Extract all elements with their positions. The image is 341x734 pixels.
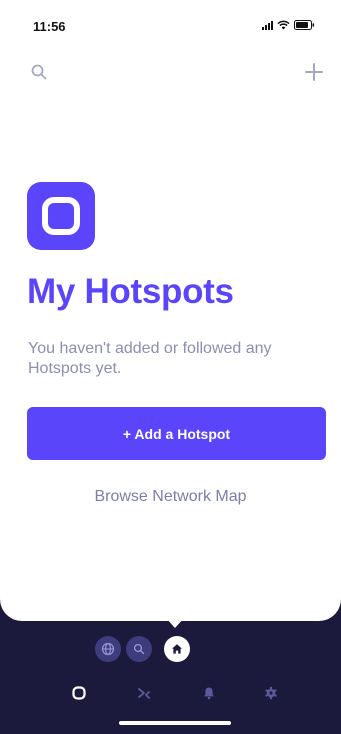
card-pointer (166, 618, 184, 628)
map-toggle-globe[interactable] (95, 636, 121, 662)
browse-network-map-link[interactable]: Browse Network Map (0, 488, 341, 506)
status-icons (262, 20, 315, 30)
signal-icon (262, 20, 273, 30)
bell-icon (204, 687, 214, 700)
search-icon[interactable] (30, 63, 48, 81)
hotspot-icon (72, 686, 86, 700)
wifi-icon (277, 20, 290, 30)
empty-state-message: You haven't added or followed any Hotspo… (28, 340, 272, 377)
tab-settings[interactable] (261, 683, 281, 703)
hotspot-logo-icon (27, 182, 95, 250)
add-hotspot-button[interactable]: + Add a Hotspot (27, 407, 326, 460)
page-title: My Hotspots (27, 272, 234, 311)
home-indicator (119, 721, 231, 725)
home-icon (172, 644, 182, 654)
map-toggle-search[interactable] (126, 636, 152, 662)
tab-hotspots[interactable] (69, 683, 89, 703)
tab-notifications[interactable] (199, 683, 219, 703)
battery-icon (294, 20, 315, 30)
globe-icon (101, 642, 115, 656)
tab-transfer[interactable] (134, 683, 154, 703)
status-bar: 11:56 (0, 0, 341, 44)
search-icon (133, 643, 145, 655)
map-toggle-home[interactable] (164, 636, 190, 662)
transfer-icon (138, 688, 150, 699)
app-screen: 11:56 My Hotspots You haven't added or f… (0, 0, 341, 734)
gear-icon (265, 686, 277, 700)
plus-icon[interactable] (304, 62, 324, 82)
status-time: 11:56 (33, 19, 66, 34)
